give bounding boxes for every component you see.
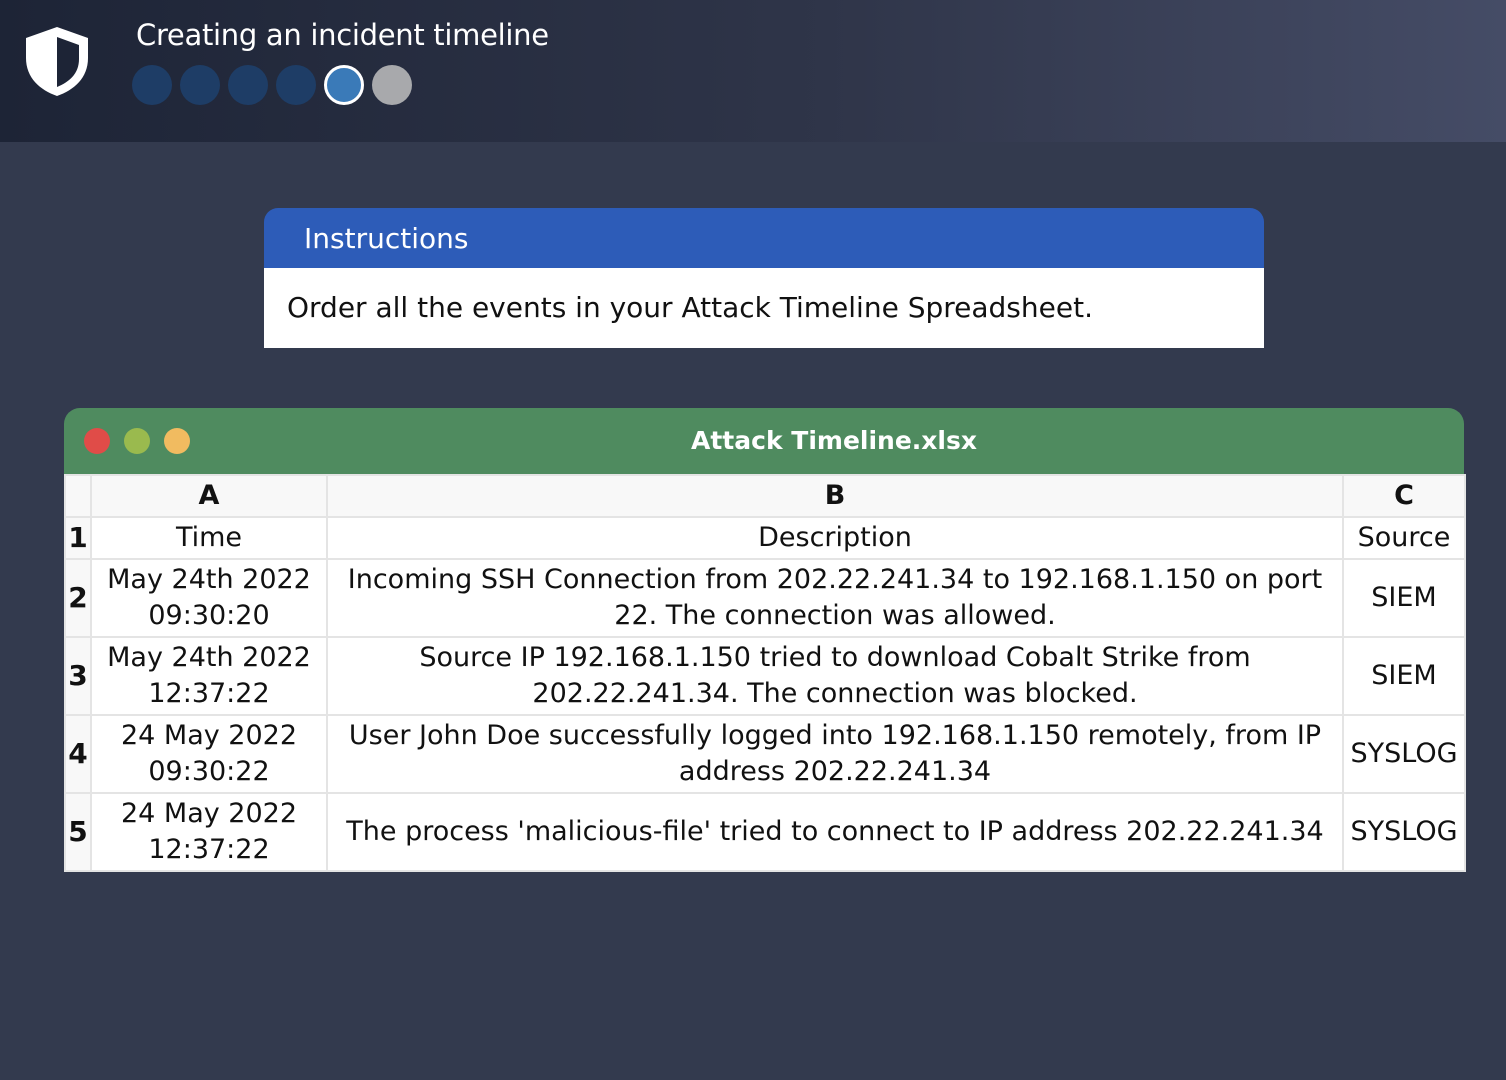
instructions-panel: Instructions Order all the events in you… xyxy=(264,208,1264,348)
time-date: May 24th 2022 xyxy=(107,564,311,595)
cell-description[interactable]: Incoming SSH Connection from 202.22.241.… xyxy=(326,558,1344,638)
cell-description[interactable]: The process 'malicious-file' tried to co… xyxy=(326,792,1344,872)
table-row[interactable]: 4 24 May 2022 09:30:22 User John Doe suc… xyxy=(64,714,1466,794)
row-number[interactable]: 5 xyxy=(64,792,92,872)
shield-icon xyxy=(26,27,88,96)
row-number[interactable]: 2 xyxy=(64,558,92,638)
table-row[interactable]: 5 24 May 2022 12:37:22 The process 'mali… xyxy=(64,792,1466,872)
time-clock: 12:37:22 xyxy=(148,834,270,865)
table-row[interactable]: 2 May 24th 2022 09:30:20 Incoming SSH Co… xyxy=(64,558,1466,638)
cell-source[interactable]: SYSLOG xyxy=(1342,792,1466,872)
column-header-b[interactable]: B xyxy=(326,474,1344,518)
time-date: 24 May 2022 xyxy=(120,720,298,751)
row-number[interactable]: 4 xyxy=(64,714,92,794)
column-header-c[interactable]: C xyxy=(1342,474,1466,518)
row-number[interactable]: 1 xyxy=(64,516,92,560)
cell-time-header[interactable]: Time xyxy=(90,516,328,560)
time-clock: 12:37:22 xyxy=(148,678,270,709)
cell-time[interactable]: May 24th 2022 09:30:20 xyxy=(90,558,328,638)
window-title-bar[interactable]: Attack Timeline.xlsx xyxy=(64,408,1464,474)
progress-step-3 xyxy=(228,65,268,105)
cell-description-header[interactable]: Description xyxy=(326,516,1344,560)
cell-description[interactable]: Source IP 192.168.1.150 tried to downloa… xyxy=(326,636,1344,716)
spreadsheet-window: Attack Timeline.xlsx A B C 1 Time Descri… xyxy=(64,408,1466,872)
progress-step-1 xyxy=(132,65,172,105)
time-date: 24 May 2022 xyxy=(120,798,298,829)
time-date: May 24th 2022 xyxy=(107,642,311,673)
cell-source[interactable]: SYSLOG xyxy=(1342,714,1466,794)
progress-step-6 xyxy=(372,65,412,105)
progress-step-5-current xyxy=(324,65,364,105)
cell-time[interactable]: 24 May 2022 09:30:22 xyxy=(90,714,328,794)
module-title: Creating an incident timeline xyxy=(136,18,549,52)
cell-time[interactable]: 24 May 2022 12:37:22 xyxy=(90,792,328,872)
instructions-text: Order all the events in your Attack Time… xyxy=(264,268,1264,348)
spreadsheet-table: A B C 1 Time Description Source 2 May 24… xyxy=(64,474,1466,872)
table-row[interactable]: 3 May 24th 2022 12:37:22 Source IP 192.1… xyxy=(64,636,1466,716)
column-header-a[interactable]: A xyxy=(90,474,328,518)
window-title: Attack Timeline.xlsx xyxy=(691,426,977,455)
cell-source-header[interactable]: Source xyxy=(1342,516,1466,560)
corner-cell xyxy=(64,474,92,518)
time-clock: 09:30:20 xyxy=(148,600,270,631)
progress-step-4 xyxy=(276,65,316,105)
table-row: 1 Time Description Source xyxy=(64,516,1466,560)
top-bar: Creating an incident timeline xyxy=(0,0,1506,142)
row-number[interactable]: 3 xyxy=(64,636,92,716)
progress-indicator xyxy=(132,65,412,105)
cell-source[interactable]: SIEM xyxy=(1342,558,1466,638)
cell-time[interactable]: May 24th 2022 12:37:22 xyxy=(90,636,328,716)
time-clock: 09:30:22 xyxy=(148,756,270,787)
cell-description[interactable]: User John Doe successfully logged into 1… xyxy=(326,714,1344,794)
progress-step-2 xyxy=(180,65,220,105)
cell-source[interactable]: SIEM xyxy=(1342,636,1466,716)
instructions-heading: Instructions xyxy=(264,208,1264,268)
